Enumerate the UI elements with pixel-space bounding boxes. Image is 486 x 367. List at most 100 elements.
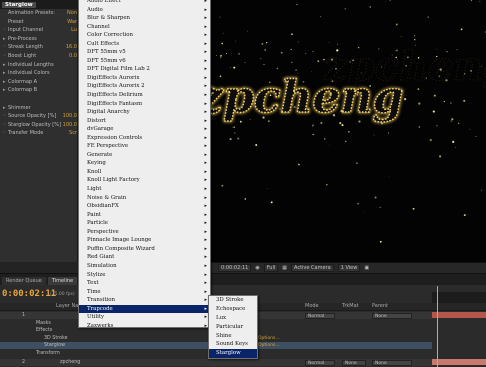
timeline-timecode[interactable]: 0:00:02:11 <box>2 289 56 299</box>
trapcode-menu-item[interactable]: 3D Stroke <box>209 296 257 305</box>
effect-menu-item[interactable]: ObsidianFX ▸ <box>79 202 210 211</box>
effect-menu-item[interactable]: Stylize ▸ <box>79 271 210 280</box>
effect-control-row[interactable]: ▸ Individual Colors <box>0 69 77 78</box>
camera-snapshot-icon[interactable]: ◉ <box>255 265 259 271</box>
effect-menu-item[interactable]: Red Giant ▸ <box>79 253 210 262</box>
trapcode-menu-item[interactable]: Shine <box>209 332 257 341</box>
effect-menu-item[interactable]: DigiEffects Aurorix 2 ▸ <box>79 82 210 91</box>
effect-menu-item[interactable]: DigiEffects Fantasm ▸ <box>79 100 210 109</box>
effect-control-row[interactable]: ▸ Pre-Process <box>0 35 77 44</box>
effect-menu-item[interactable]: Puffin Composite Wizard ▸ <box>79 245 210 254</box>
effect-menu-item[interactable]: DigiEffects Delirium ▸ <box>79 91 210 100</box>
parent-dropdown[interactable]: None <box>372 312 412 319</box>
blend-mode-dropdown[interactable]: Normal <box>305 359 335 366</box>
effect-menu-item[interactable]: FE Perspective ▸ <box>79 142 210 151</box>
effect-control-value[interactable]: Non <box>67 9 77 18</box>
effect-menu-item[interactable]: dvGarage ▸ <box>79 125 210 134</box>
effect-control-row[interactable]: Preset War <box>0 18 77 27</box>
effect-control-row[interactable]: ▸ Individual Lengths <box>0 61 77 70</box>
effect-menu-item[interactable]: Light ▸ <box>79 185 210 194</box>
trapcode-menu-item[interactable]: Lux <box>209 314 257 323</box>
effect-menu-item[interactable]: Pinnacle Image Lounge ▸ <box>79 236 210 245</box>
effect-menu-item[interactable]: Perspective ▸ <box>79 228 210 237</box>
layer-row[interactable]: 2 zpcheng Normal None None <box>0 359 486 367</box>
effect-control-value[interactable]: 0.0 <box>69 52 77 61</box>
effect-menu-item[interactable]: Keying ▸ <box>79 159 210 168</box>
region-icon[interactable]: ▦ <box>282 265 287 271</box>
effect-control-row[interactable]: ▸ Colormap B <box>0 86 77 95</box>
effect-control-value[interactable]: 16.0 <box>66 43 77 52</box>
viewer-options-icon[interactable]: ▣ <box>364 265 369 271</box>
trapcode-menu-item[interactable]: Starglow <box>209 349 257 359</box>
effect-menu-item[interactable]: Generate ▸ <box>79 151 210 160</box>
resolution-dropdown[interactable]: Full <box>263 264 279 272</box>
submenu-arrow-icon: ▸ <box>204 297 207 304</box>
effect-control-row[interactable]: ▸ Colormap A <box>0 78 77 87</box>
viewer-timecode[interactable]: 0:00:02:11 <box>218 264 252 272</box>
effect-menu-item[interactable]: Expression Controls ▸ <box>79 134 210 143</box>
trapcode-menu-item[interactable]: Echospace <box>209 305 257 314</box>
effect-menu-item[interactable]: DigiEffects Aurorix ▸ <box>79 74 210 83</box>
effect-options-link[interactable]: Options... <box>258 342 280 349</box>
effect-menu-item[interactable]: Knoll Light Factory ▸ <box>79 176 210 185</box>
effect-control-row[interactable]: ◦ Source Opacity [%] 100.0 <box>0 112 77 121</box>
effect-menu-item[interactable]: Trapcode ▸ <box>79 304 210 314</box>
effect-menu-item[interactable]: Time ▸ <box>79 288 210 297</box>
effect-menu-item[interactable]: Audio ▸ <box>79 6 210 15</box>
time-ruler[interactable] <box>432 292 486 303</box>
effect-control-row[interactable]: Animation Presets: Non <box>0 9 77 18</box>
effect-control-value[interactable]: Lu <box>71 26 77 35</box>
effect-menu-item[interactable]: Distort ▸ <box>79 117 210 126</box>
sparkle-dot <box>475 135 477 138</box>
effect-control-row[interactable]: ◦ Input Channel Lu <box>0 26 77 35</box>
composition-canvas[interactable]: zpcheng zpcheng <box>196 0 486 262</box>
column-trkmat[interactable]: TrkMat <box>342 303 359 309</box>
camera-dropdown[interactable]: Active Camera <box>291 264 334 272</box>
blend-mode-dropdown[interactable]: Normal <box>305 312 335 319</box>
effect-menu-item[interactable]: Blur & Sharpen ▸ <box>79 14 210 23</box>
tab-timeline[interactable]: Timeline <box>47 277 78 285</box>
effect-menu-item[interactable]: Knoll ▸ <box>79 168 210 177</box>
effect-control-row[interactable]: ◦ Boost Light 0.0 <box>0 52 77 61</box>
tab-render-queue[interactable]: Render Queue <box>2 277 46 285</box>
effect-control-value[interactable]: War <box>67 18 77 27</box>
parent-dropdown[interactable]: None <box>372 359 412 366</box>
effect-menu-item[interactable]: DFT Digital Film Lab 2 ▸ <box>79 65 210 74</box>
effect-menu-item[interactable]: Text ▸ <box>79 279 210 288</box>
sparkle-dot <box>379 240 382 243</box>
effect-control-row[interactable]: ▸ Shimmer <box>0 104 77 113</box>
trapcode-menu-item[interactable]: Sound Keys <box>209 340 257 349</box>
effect-control-row[interactable]: ◦ Transfer Mode Scr <box>0 129 77 138</box>
effect-control-row[interactable]: ◦ Streak Length 16.0 <box>0 43 77 52</box>
effect-menu-item[interactable]: DFT 55mm v6 ▸ <box>79 57 210 66</box>
sparkle-dot <box>450 102 452 104</box>
layer-1-duration-bar[interactable] <box>432 312 486 318</box>
effect-control-value[interactable]: 100.0 <box>63 112 77 121</box>
effect-control-value[interactable]: 100.0 <box>63 121 77 130</box>
effect-menu-item[interactable]: DFT 55mm v5 ▸ <box>79 48 210 57</box>
effect-name-tab[interactable]: Starglow <box>2 1 36 8</box>
current-time-indicator[interactable] <box>437 286 438 367</box>
effect-menu-item[interactable]: Noise & Grain ▸ <box>79 194 210 203</box>
effect-menu-item[interactable]: Zaxwerks ▸ <box>79 322 210 331</box>
effect-menu-item[interactable]: Color Correction ▸ <box>79 31 210 40</box>
trapcode-menu-item[interactable]: Particular <box>209 323 257 332</box>
effect-control-row[interactable] <box>0 95 77 104</box>
effect-menu-item[interactable]: Utility ▸ <box>79 313 210 322</box>
effect-control-value[interactable]: Scr <box>69 129 77 138</box>
effect-menu-item[interactable]: Paint ▸ <box>79 211 210 220</box>
effect-options-link[interactable]: Options... <box>258 335 280 342</box>
view-layout-dropdown[interactable]: 1 View <box>337 264 361 272</box>
column-mode[interactable]: Mode <box>305 303 319 309</box>
effect-menu-item[interactable]: Channel ▸ <box>79 23 210 32</box>
effect-menu-item[interactable]: Transition ▸ <box>79 296 210 305</box>
column-parent[interactable]: Parent <box>372 303 388 309</box>
sparkle-dot <box>400 35 402 37</box>
layer-2-duration-bar[interactable] <box>432 359 486 365</box>
effect-menu-item[interactable]: Particle ▸ <box>79 219 210 228</box>
track-matte-dropdown[interactable]: None <box>342 359 366 366</box>
effect-menu-item[interactable]: Digital Anarchy ▸ <box>79 108 210 117</box>
effect-control-row[interactable]: ◦ Starglow Opacity [%] 100.0 <box>0 121 77 130</box>
effect-menu-item[interactable]: Simulation ▸ <box>79 262 210 271</box>
effect-menu-item[interactable]: Cult Effects ▸ <box>79 40 210 49</box>
